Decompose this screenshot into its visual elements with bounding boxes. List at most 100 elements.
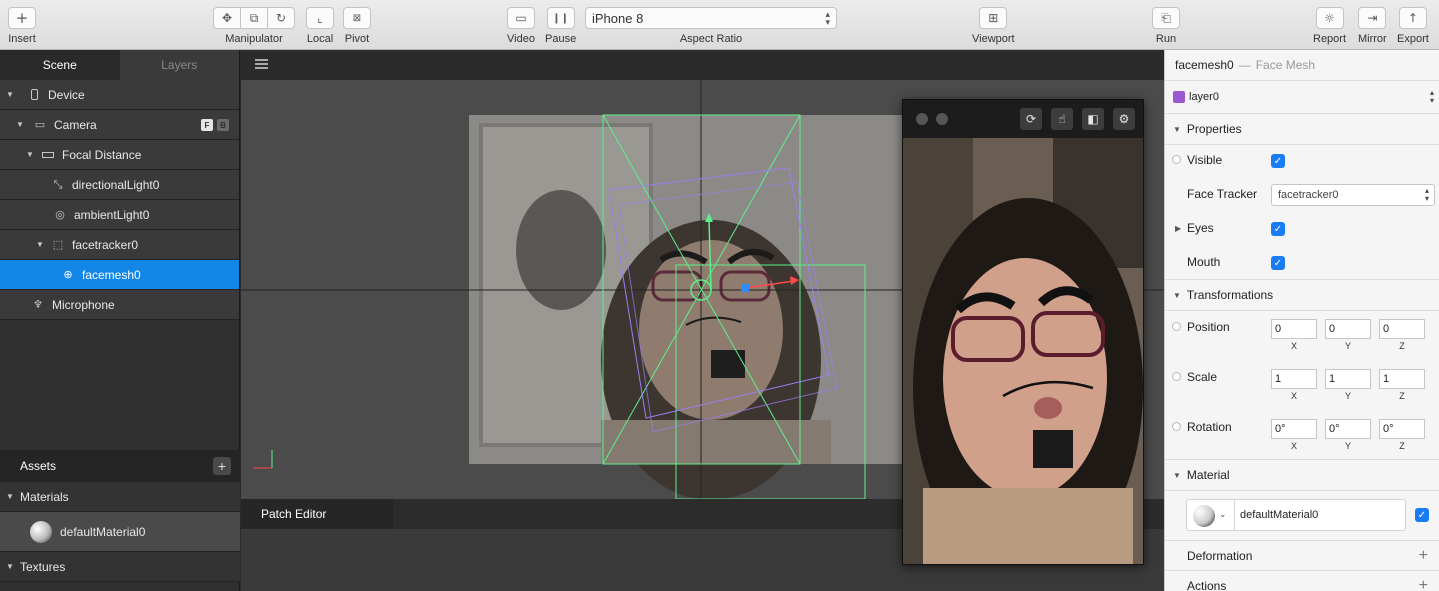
manipulator-label: Manipulator <box>225 33 283 45</box>
material-section-header[interactable]: ▼ Material <box>1165 460 1439 490</box>
collapse-caret-icon[interactable]: ▼ <box>1173 471 1181 480</box>
visible-keyframe-toggle[interactable] <box>1172 155 1181 164</box>
window-minimize-icon[interactable] <box>936 113 948 125</box>
position-z-input[interactable]: 0 <box>1379 319 1425 339</box>
collapse-caret-icon[interactable]: ▼ <box>6 492 16 501</box>
material-sphere-icon <box>30 520 52 543</box>
visible-checkbox[interactable]: ✓ <box>1271 154 1285 168</box>
material-item[interactable]: defaultMaterial0 <box>0 512 240 552</box>
transformations-section-header[interactable]: ▼ Transformations <box>1165 280 1439 310</box>
pause-group: ❙❙ Pause <box>545 7 576 45</box>
collapse-caret-icon[interactable]: ▼ <box>1173 125 1181 134</box>
local-button[interactable]: ⌞ <box>306 7 334 29</box>
deformation-section[interactable]: Deformation + <box>1165 541 1439 570</box>
position-x-input[interactable]: 0 <box>1271 319 1317 339</box>
device-select[interactable]: iPhone 8 ▴ ▾ <box>585 7 837 29</box>
tree-item-device[interactable]: ▼ Device <box>0 80 239 110</box>
tab-scene[interactable]: Scene <box>0 50 120 80</box>
position-keyframe-toggle[interactable] <box>1172 322 1181 331</box>
touch-gesture-button[interactable]: ☝ <box>1051 108 1073 130</box>
tree-item-camera[interactable]: ▼ ▭ Camera F B <box>0 110 239 140</box>
viewport-button[interactable]: ⊞ <box>979 7 1008 29</box>
expand-caret-icon[interactable]: ▶ <box>1175 224 1181 233</box>
axis-x-label: X <box>1290 441 1297 451</box>
tree-item-facetracker[interactable]: ▼ ⬚ facetracker0 <box>0 230 239 260</box>
collapse-caret-icon[interactable]: ▼ <box>36 240 46 249</box>
insert-button[interactable]: + <box>8 7 36 29</box>
tree-item-ambient-light[interactable]: ◎ ambientLight0 <box>0 200 239 230</box>
eyes-checkbox[interactable]: ✓ <box>1271 222 1285 236</box>
viewport-label: Viewport <box>972 33 1015 45</box>
rotation-keyframe-toggle[interactable] <box>1172 422 1181 431</box>
collapse-caret-icon[interactable]: ▼ <box>6 90 16 99</box>
window-close-icon[interactable] <box>916 113 928 125</box>
collapse-caret-icon[interactable]: ▼ <box>1173 291 1181 300</box>
properties-section-header[interactable]: ▼ Properties <box>1165 114 1439 144</box>
add-asset-button[interactable]: + <box>213 457 231 475</box>
rotation-z-input[interactable]: 0° <box>1379 419 1425 439</box>
pause-button[interactable]: ❙❙ <box>546 7 575 29</box>
tree-item-facemesh[interactable]: ⊕ facemesh0 <box>0 260 239 290</box>
pivot-icon: ⊠ <box>352 12 362 24</box>
position-y-input[interactable]: 0 <box>1325 319 1371 339</box>
rotation-x-input[interactable]: 0° <box>1271 419 1317 439</box>
tree-item-directional-light[interactable]: ⤡ directionalLight0 <box>0 170 239 200</box>
tab-layers[interactable]: Layers <box>119 50 239 80</box>
poster-figure <box>516 190 606 310</box>
export-button[interactable]: ↑ <box>1398 7 1427 29</box>
back-camera-badge[interactable]: B <box>217 119 229 131</box>
collapse-caret-icon[interactable]: ▼ <box>6 562 16 571</box>
textures-section[interactable]: ▼ Textures <box>0 552 240 582</box>
materials-section[interactable]: ▼ Materials <box>0 482 240 512</box>
scale-z-input[interactable]: 1 <box>1379 369 1425 389</box>
scale-tool-button[interactable]: ⧉ <box>240 7 268 29</box>
mouth-checkbox[interactable]: ✓ <box>1271 256 1285 270</box>
collapse-caret-icon[interactable]: ▼ <box>16 120 26 129</box>
run-button[interactable]: ⎗ <box>1152 7 1180 29</box>
simulator-window[interactable]: ⟳ ☝ ◧ ⚙ <box>902 99 1144 565</box>
front-camera-badge[interactable]: F <box>201 119 213 131</box>
scale-x-input[interactable]: 1 <box>1271 369 1317 389</box>
material-picker[interactable]: ⌄ defaultMaterial0 <box>1186 499 1406 531</box>
tree-item-microphone[interactable]: ♆ Microphone <box>0 290 239 320</box>
main-toolbar: + Insert ✥ ⧉ ↻ Manipulator ⌞ Local ⊠ Piv… <box>0 0 1439 50</box>
scale-y-input[interactable]: 1 <box>1325 369 1371 389</box>
simulator-settings-button[interactable]: ⚙ <box>1113 108 1135 130</box>
mirror-icon: ⇥ <box>1367 11 1378 25</box>
material-enabled-checkbox[interactable]: ✓ <box>1415 508 1429 522</box>
tree-item-label: Device <box>48 87 85 102</box>
eyes-label: Eyes <box>1187 221 1214 235</box>
layer-select[interactable]: layer0 ▴ ▾ <box>1165 81 1439 113</box>
material-item-label: defaultMaterial0 <box>60 524 146 539</box>
scale-keyframe-toggle[interactable] <box>1172 372 1181 381</box>
bug-icon: ☼ <box>1324 11 1335 25</box>
aspect-ratio-group: iPhone 8 ▴ ▾ Aspect Ratio <box>585 7 837 45</box>
pivot-group: ⊠ Pivot <box>343 7 371 45</box>
select-arrows-icon: ▴ ▾ <box>1424 186 1429 203</box>
patch-editor-tab[interactable]: Patch Editor <box>241 499 393 529</box>
plus-icon: + <box>15 9 29 27</box>
aspect-ratio-label: Aspect Ratio <box>679 33 743 45</box>
rotate-tool-button[interactable]: ↻ <box>267 7 295 29</box>
actions-section[interactable]: Actions + <box>1165 571 1439 591</box>
face-tracker-select[interactable]: facetracker0 ▴ ▾ <box>1271 184 1435 206</box>
pivot-button[interactable]: ⊠ <box>343 7 371 29</box>
tree-item-focal-distance[interactable]: ▼ Focal Distance <box>0 140 239 170</box>
scale-icon: ⧉ <box>249 10 259 25</box>
move-tool-button[interactable]: ✥ <box>213 7 241 29</box>
restart-button[interactable]: ⟳ <box>1020 108 1042 130</box>
video-button[interactable]: ▭ <box>507 7 535 29</box>
mirror-button[interactable]: ⇥ <box>1358 7 1387 29</box>
axis-z-label: Z <box>1399 391 1405 401</box>
collapse-caret-icon[interactable]: ▼ <box>26 150 36 159</box>
fit-screen-button[interactable]: ◧ <box>1082 108 1104 130</box>
plus-icon[interactable]: + <box>1419 547 1428 565</box>
app-window: { "toolbar": { "insert_label": "Insert",… <box>0 0 1439 591</box>
tree-item-label: facemesh0 <box>82 267 141 282</box>
divider <box>1165 310 1439 311</box>
rotation-y-input[interactable]: 0° <box>1325 419 1371 439</box>
header-dash: — <box>1238 58 1251 72</box>
report-button[interactable]: ☼ <box>1315 7 1344 29</box>
viewport-layout-icon: ⊞ <box>988 11 999 25</box>
plus-icon[interactable]: + <box>1419 577 1428 591</box>
